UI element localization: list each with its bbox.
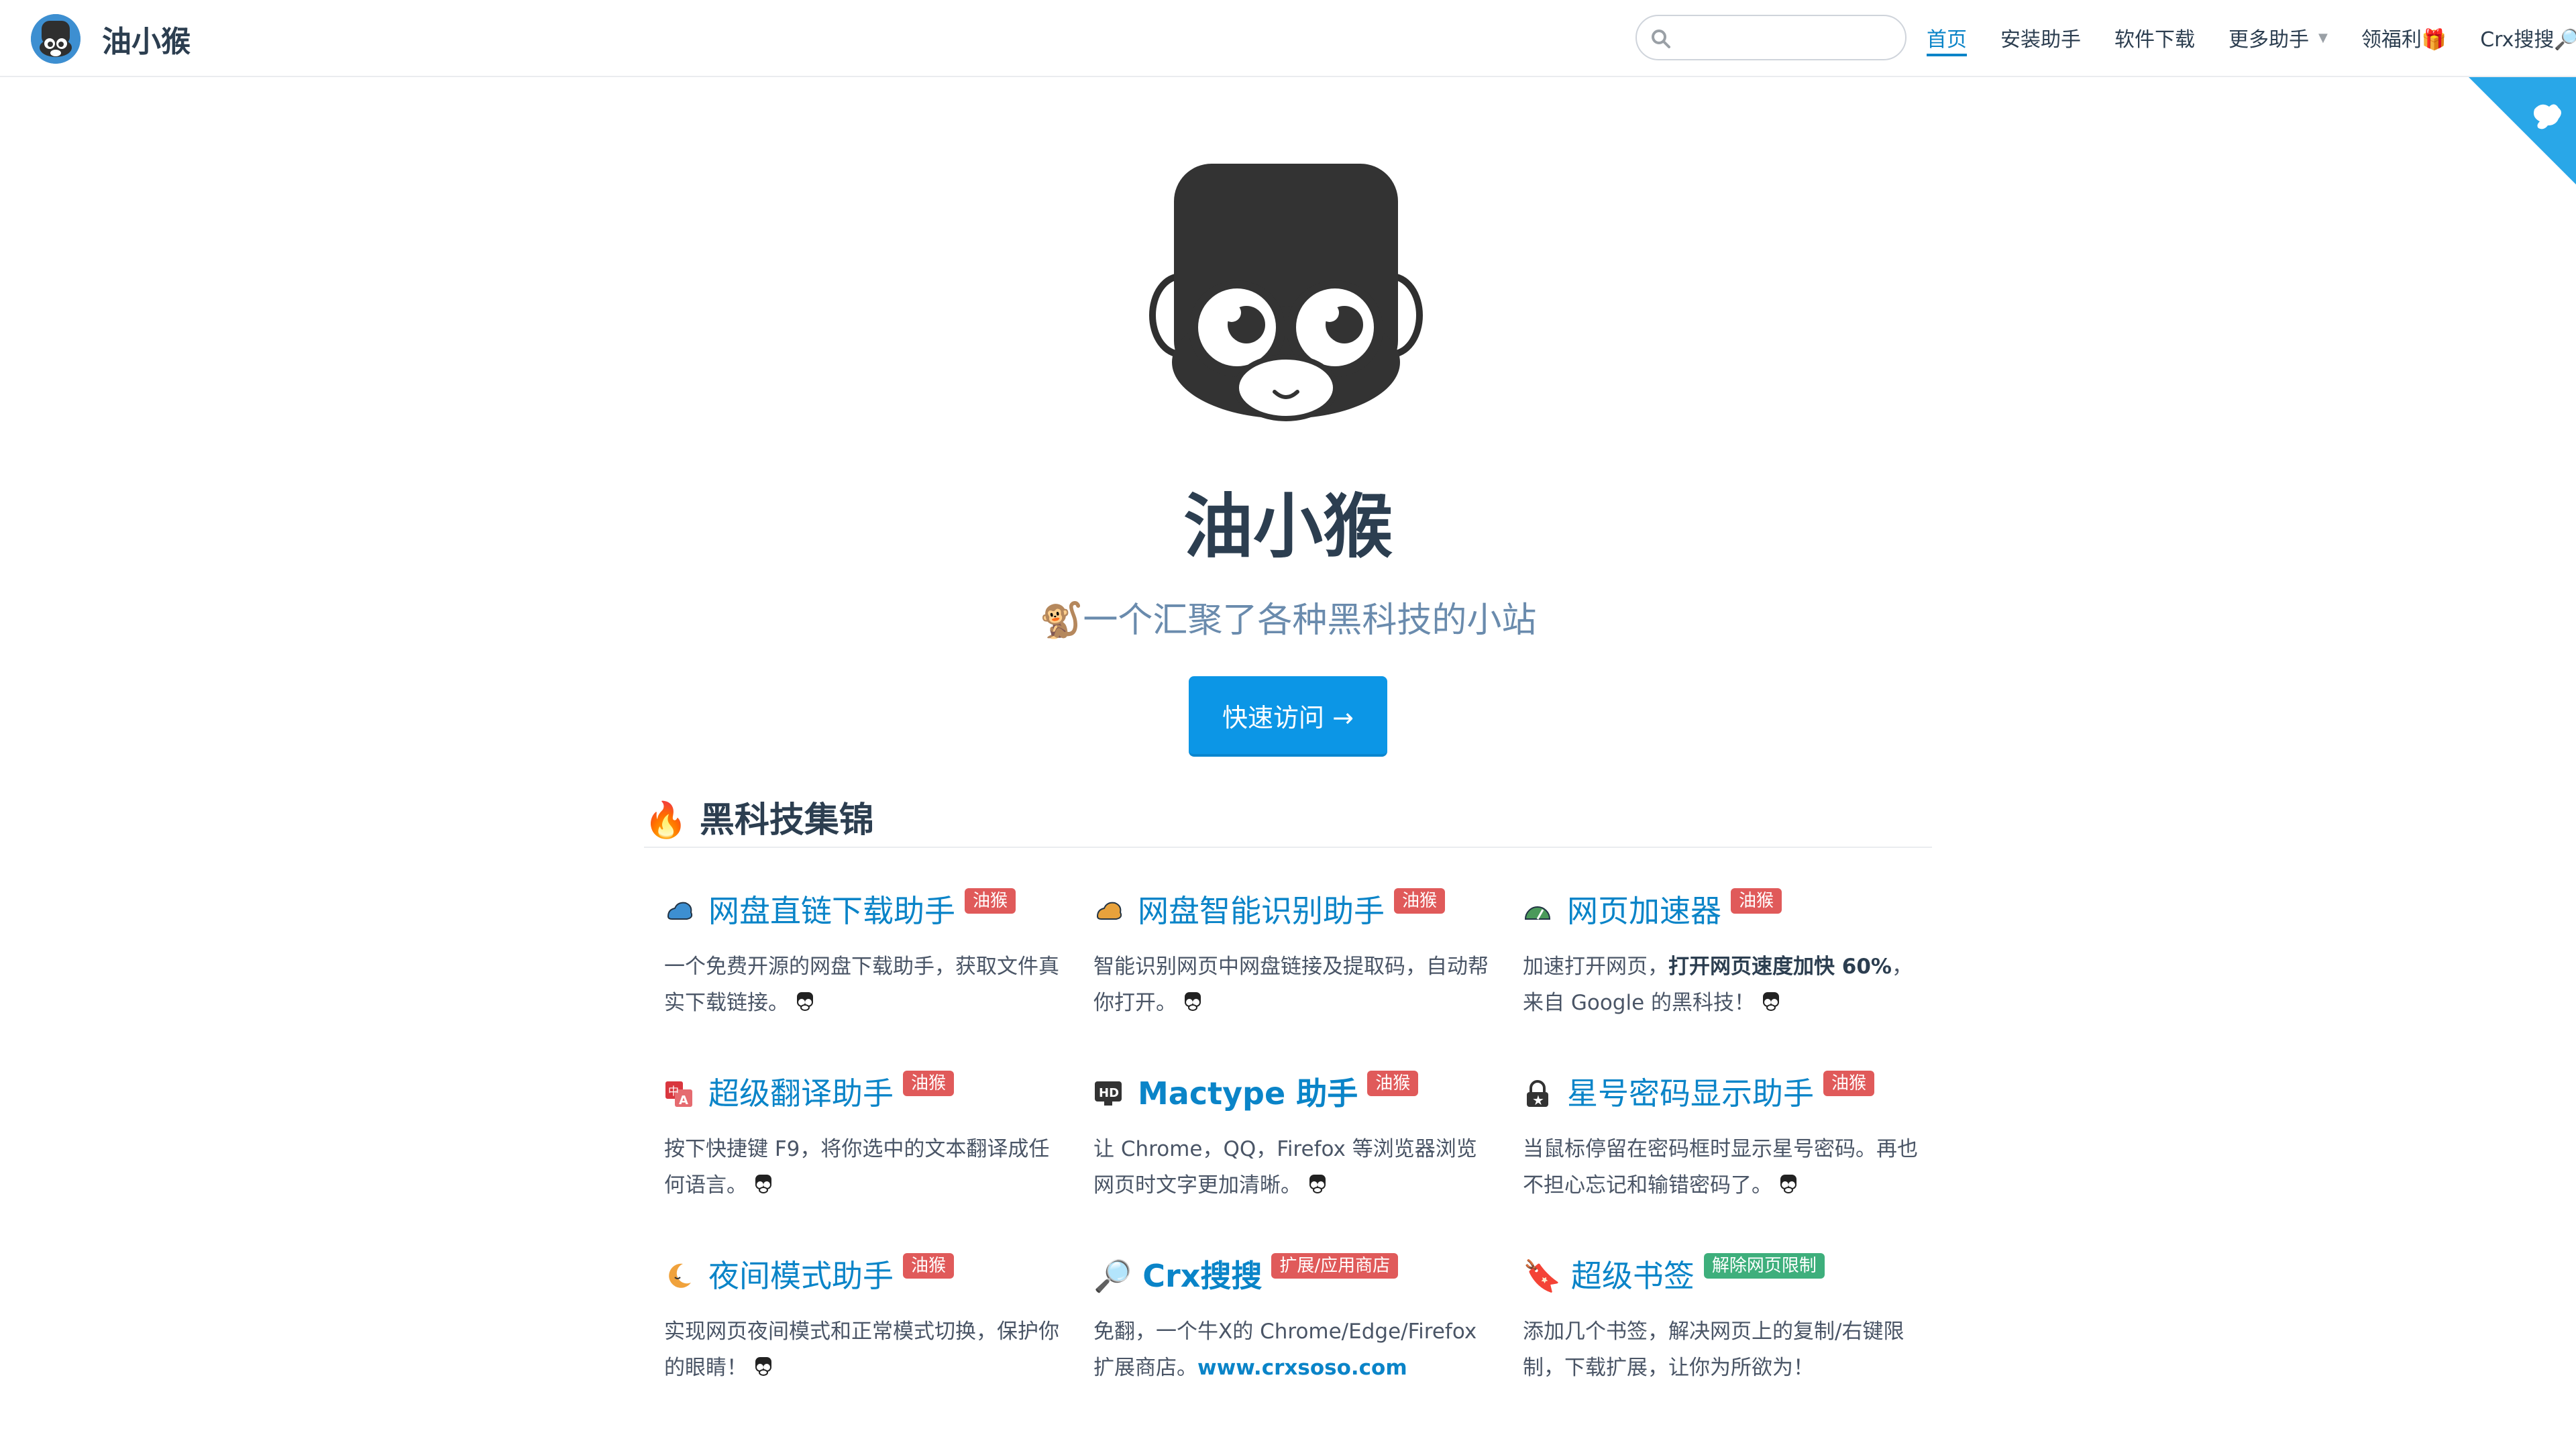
search-input[interactable] [1680,21,1894,54]
github-corner-icon[interactable] [2469,77,2576,184]
card-description: 免翻，一个牛X的 Chrome/Edge/Firefox 扩展商店。www.cr… [1093,1313,1489,1386]
card-desc-highlight: 打开网页速度加快 60% [1668,955,1892,979]
card-description: 一个免费开源的网盘下载助手，获取文件真实下载链接。 [664,949,1060,1021]
card-title[interactable]: 🔎 Crx搜搜 [1093,1249,1262,1303]
card-badge: 油猴 [965,888,1016,914]
card-title[interactable]: 夜间模式助手 [708,1249,894,1303]
card-title[interactable]: 网盘智能识别助手 [1138,884,1385,938]
quick-access-button[interactable]: 快速访问 → [1189,676,1387,757]
card-desc-text: 智能识别网页中网盘链接及提取码，自动帮你打开。 [1093,955,1489,1015]
card-description: 按下快捷键 F9，将你选中的文本翻译成任何语言。 [664,1131,1060,1203]
card-description: 实现网页夜间模式和正常模式切换，保护你的眼睛！ [664,1313,1060,1386]
crxsoso-link[interactable]: www.crxsoso.com [1197,1356,1407,1380]
nav-more-helpers-dropdown[interactable]: 更多助手 ▼ [2229,0,2328,75]
moon-icon [669,1263,691,1288]
cloud-orange-icon [1096,902,1122,920]
card-title[interactable]: 星号密码显示助手 [1567,1067,1814,1120]
card-web-accelerator: 网页加速器 油猴 加速打开网页，打开网页速度加快 60%，来自 Google 的… [1523,884,1919,1021]
card-badge: 油猴 [1367,1071,1419,1096]
card-desc-text: 加速打开网页， [1523,955,1668,979]
card-title[interactable]: 🔖 超级书签 [1523,1249,1695,1303]
card-badge: 油猴 [903,1253,955,1279]
top-navbar: 油小猴 首页 安装助手 软件下载 更多助手 ▼ 领福利🎁 Crx搜搜🔎 [0,0,2576,77]
cloud-blue-icon [667,902,693,920]
caret-down-icon: ▼ [2318,30,2328,45]
monkey-mini-icon [1763,992,1780,1011]
card-crxsoso: 🔎 Crx搜搜 扩展/应用商店 免翻，一个牛X的 Chrome/Edge/Fir… [1093,1249,1489,1386]
monkey-mini-icon [755,1357,771,1376]
monkey-mini-icon [1780,1175,1796,1193]
search-box[interactable] [1635,15,1907,60]
card-desc-text: 实现网页夜间模式和正常模式切换，保护你的眼睛！ [664,1320,1059,1380]
svg-text:A: A [679,1093,688,1108]
nav-crxsoso-label: Crx搜搜🔎 [2480,28,2576,52]
search-icon [1652,30,1670,48]
section-divider [644,847,1932,848]
card-description: 让 Chrome，QQ，Firefox 等浏览器浏览网页时文字更加清晰。 [1093,1131,1489,1203]
nav-links: 首页 安装助手 软件下载 更多助手 ▼ 领福利🎁 Crx搜搜🔎 [1927,0,2576,75]
card-title[interactable]: 网页加速器 [1567,884,1721,938]
card-netdisk-recognize: 网盘智能识别助手 油猴 智能识别网页中网盘链接及提取码，自动帮你打开。 [1093,884,1489,1021]
monkey-mini-icon [1309,1175,1326,1193]
svg-text:HD: HD [1099,1086,1119,1100]
nav-software-download[interactable]: 软件下载 [2114,0,2195,75]
card-super-bookmark: 🔖 超级书签 解除网页限制 添加几个书签，解决网页上的复制/右键限制，下载扩展，… [1523,1249,1919,1386]
monkey-mini-icon [797,992,813,1011]
lock-star-icon: ★ [1527,1080,1548,1108]
card-mactype: HD Mactype 助手 油猴 让 Chrome，QQ，Firefox 等浏览… [1093,1067,1489,1203]
nav-crxsoso[interactable]: Crx搜搜🔎 [2480,0,2576,75]
card-netdisk-link: 网盘直链下载助手 油猴 一个免费开源的网盘下载助手，获取文件真实下载链接。 [664,884,1060,1021]
card-badge: 油猴 [903,1071,955,1096]
hero-title: 油小猴 [1183,486,1393,568]
monkey-hero-icon [1149,164,1423,421]
brand-home-link[interactable]: 油小猴 [31,13,191,64]
card-badge: 扩展/应用商店 [1271,1253,1399,1279]
monkey-mini-icon [1185,992,1201,1011]
svg-text:中: 中 [668,1085,679,1097]
card-desc-text: 一个免费开源的网盘下载助手，获取文件真实下载链接。 [664,955,1059,1015]
monkey-mini-icon [755,1175,771,1193]
card-desc-text: 让 Chrome，QQ，Firefox 等浏览器浏览网页时文字更加清晰。 [1093,1137,1477,1197]
section-title: 🔥 黑科技集锦 [644,800,874,841]
card-title[interactable]: 网盘直链下载助手 [708,884,955,938]
card-password-reveal: ★ 星号密码显示助手 油猴 当鼠标停留在密码框时显示星号密码。再也不担心忘记和输… [1523,1067,1919,1203]
card-description: 当鼠标停留在密码框时显示星号密码。再也不担心忘记和输错密码了。 [1523,1131,1919,1203]
card-title[interactable]: Mactype 助手 [1138,1067,1358,1120]
hd-icon: HD [1095,1081,1122,1106]
card-badge: 油猴 [1394,888,1446,914]
nav-more-helpers-label: 更多助手 [2229,28,2309,52]
nav-install-helper[interactable]: 安装助手 [2000,0,2081,75]
card-desc-text: 当鼠标停留在密码框时显示星号密码。再也不担心忘记和输错密码了。 [1523,1137,1918,1197]
card-description: 加速打开网页，打开网页速度加快 60%，来自 Google 的黑科技！ [1523,949,1919,1021]
card-desc-text: 添加几个书签，解决网页上的复制/右键限制，下载扩展，让你为所欲为！ [1523,1320,1904,1380]
speedometer-icon [1524,906,1551,920]
card-badge: 解除网页限制 [1703,1253,1825,1279]
card-badge: 油猴 [1823,1071,1875,1096]
card-desc-text: 按下快捷键 F9，将你选中的文本翻译成任何语言。 [664,1137,1050,1197]
card-badge: 油猴 [1731,888,1782,914]
card-title[interactable]: 超级翻译助手 [708,1067,894,1120]
translate-icon: 中 A [665,1081,692,1108]
card-night-mode: 夜间模式助手 油猴 实现网页夜间模式和正常模式切换，保护你的眼睛！ [664,1249,1060,1386]
monkey-logo-icon [31,14,80,64]
card-super-translate: 中 A 超级翻译助手 油猴 按下快捷键 F9，将你选中的文本翻译成任何语言。 [664,1067,1060,1203]
nav-home[interactable]: 首页 [1927,0,1967,75]
card-description: 添加几个书签，解决网页上的复制/右键限制，下载扩展，让你为所欲为！ [1523,1313,1919,1386]
nav-benefits[interactable]: 领福利🎁 [2361,0,2447,75]
brand-title: 油小猴 [102,25,191,59]
svg-text:★: ★ [1532,1092,1544,1108]
hero-description: 🐒一个汇聚了各种黑科技的小站 [1039,600,1537,641]
card-description: 智能识别网页中网盘链接及提取码，自动帮你打开。 [1093,949,1489,1021]
